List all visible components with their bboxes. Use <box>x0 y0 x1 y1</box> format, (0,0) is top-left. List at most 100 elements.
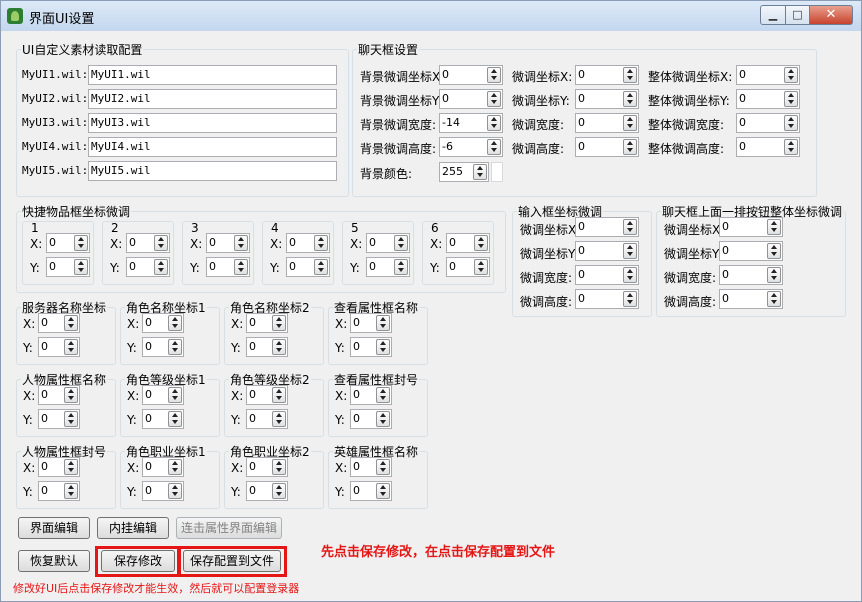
spin-arrows-icon[interactable] <box>272 315 286 331</box>
chat-bg-height-spinner[interactable]: -6 <box>439 137 503 157</box>
spin-arrows-icon[interactable] <box>272 339 286 355</box>
quick-slot-y-spinner[interactable]: 0 <box>206 257 250 277</box>
spin-arrows-icon[interactable] <box>168 459 182 475</box>
chat-whole-width-spinner[interactable]: 0 <box>736 113 800 133</box>
spin-arrows-icon[interactable] <box>376 459 390 475</box>
spin-arrows-icon[interactable] <box>623 115 637 131</box>
coord-x-spinner[interactable]: 0 <box>246 457 288 477</box>
coord-y-spinner[interactable]: 0 <box>246 337 288 357</box>
spin-arrows-icon[interactable] <box>168 339 182 355</box>
quick-slot-y-spinner[interactable]: 0 <box>446 257 490 277</box>
coord-x-spinner[interactable]: 0 <box>142 457 184 477</box>
color-swatch[interactable] <box>491 162 503 182</box>
spin-arrows-icon[interactable] <box>64 483 78 499</box>
spin-arrows-icon[interactable] <box>376 411 390 427</box>
spin-arrows-icon[interactable] <box>767 219 781 235</box>
spin-arrows-icon[interactable] <box>154 235 168 251</box>
spin-arrows-icon[interactable] <box>272 459 286 475</box>
spin-arrows-icon[interactable] <box>487 139 501 155</box>
quick-slot-x-spinner[interactable]: 0 <box>206 233 250 253</box>
coord-y-spinner[interactable]: 0 <box>142 337 184 357</box>
spin-arrows-icon[interactable] <box>767 291 781 307</box>
spin-arrows-icon[interactable] <box>623 291 637 307</box>
spin-arrows-icon[interactable] <box>376 339 390 355</box>
quick-slot-y-spinner[interactable]: 0 <box>46 257 90 277</box>
chat-bg-y-spinner[interactable]: 0 <box>439 89 503 109</box>
spin-arrows-icon[interactable] <box>168 483 182 499</box>
maximize-button[interactable]: □ <box>785 5 810 25</box>
coord-x-spinner[interactable]: 0 <box>246 385 288 405</box>
quick-slot-y-spinner[interactable]: 0 <box>126 257 170 277</box>
spin-arrows-icon[interactable] <box>474 259 488 275</box>
chat-height-spinner[interactable]: 0 <box>575 137 639 157</box>
chat-x-spinner[interactable]: 0 <box>575 65 639 85</box>
chat-whole-x-spinner[interactable]: 0 <box>736 65 800 85</box>
spin-arrows-icon[interactable] <box>623 243 637 259</box>
spin-arrows-icon[interactable] <box>74 235 88 251</box>
coord-x-spinner[interactable]: 0 <box>38 457 80 477</box>
ui-file-input[interactable]: MyUI5.wil <box>88 161 337 181</box>
spin-arrows-icon[interactable] <box>623 139 637 155</box>
hook-edit-button[interactable]: 内挂编辑 <box>97 517 169 539</box>
coord-x-spinner[interactable]: 0 <box>350 313 392 333</box>
spin-arrows-icon[interactable] <box>623 67 637 83</box>
spin-arrows-icon[interactable] <box>272 387 286 403</box>
spin-arrows-icon[interactable] <box>784 115 798 131</box>
quick-slot-y-spinner[interactable]: 0 <box>286 257 330 277</box>
coord-y-spinner[interactable]: 0 <box>350 337 392 357</box>
spin-arrows-icon[interactable] <box>314 235 328 251</box>
quick-slot-x-spinner[interactable]: 0 <box>366 233 410 253</box>
ui-file-input[interactable]: MyUI3.wil <box>88 113 337 133</box>
title-bar[interactable]: 界面UI设置 ▁ □ ✕ <box>1 1 861 31</box>
spin-arrows-icon[interactable] <box>64 339 78 355</box>
spin-arrows-icon[interactable] <box>234 259 248 275</box>
spin-arrows-icon[interactable] <box>168 387 182 403</box>
top-btn-width-spinner[interactable]: 0 <box>719 265 783 285</box>
coord-y-spinner[interactable]: 0 <box>246 409 288 429</box>
save-changes-button[interactable]: 保存修改 <box>101 550 175 572</box>
chat-bg-width-spinner[interactable]: -14 <box>439 113 503 133</box>
spin-arrows-icon[interactable] <box>487 91 501 107</box>
spin-arrows-icon[interactable] <box>64 387 78 403</box>
spin-arrows-icon[interactable] <box>376 483 390 499</box>
restore-default-button[interactable]: 恢复默认 <box>18 550 90 572</box>
spin-arrows-icon[interactable] <box>168 315 182 331</box>
chat-whole-height-spinner[interactable]: 0 <box>736 137 800 157</box>
coord-y-spinner[interactable]: 0 <box>246 481 288 501</box>
input-x-spinner[interactable]: 0 <box>575 217 639 237</box>
top-btn-height-spinner[interactable]: 0 <box>719 289 783 309</box>
minimize-button[interactable]: ▁ <box>760 5 786 25</box>
chat-bg-color-spinner[interactable]: 255 <box>439 162 489 182</box>
coord-x-spinner[interactable]: 0 <box>38 385 80 405</box>
chat-width-spinner[interactable]: 0 <box>575 113 639 133</box>
quick-slot-x-spinner[interactable]: 0 <box>446 233 490 253</box>
spin-arrows-icon[interactable] <box>487 67 501 83</box>
spin-arrows-icon[interactable] <box>394 235 408 251</box>
save-config-to-file-button[interactable]: 保存配置到文件 <box>183 550 281 572</box>
spin-arrows-icon[interactable] <box>376 315 390 331</box>
coord-x-spinner[interactable]: 0 <box>142 313 184 333</box>
coord-y-spinner[interactable]: 0 <box>142 481 184 501</box>
quick-slot-y-spinner[interactable]: 0 <box>366 257 410 277</box>
spin-arrows-icon[interactable] <box>64 315 78 331</box>
spin-arrows-icon[interactable] <box>314 259 328 275</box>
ui-file-input[interactable]: MyUI4.wil <box>88 137 337 157</box>
input-y-spinner[interactable]: 0 <box>575 241 639 261</box>
top-btn-x-spinner[interactable]: 0 <box>719 217 783 237</box>
spin-arrows-icon[interactable] <box>623 91 637 107</box>
top-btn-y-spinner[interactable]: 0 <box>719 241 783 261</box>
chat-whole-y-spinner[interactable]: 0 <box>736 89 800 109</box>
quick-slot-x-spinner[interactable]: 0 <box>126 233 170 253</box>
coord-y-spinner[interactable]: 0 <box>38 481 80 501</box>
spin-arrows-icon[interactable] <box>376 387 390 403</box>
spin-arrows-icon[interactable] <box>784 139 798 155</box>
input-height-spinner[interactable]: 0 <box>575 289 639 309</box>
chat-bg-x-spinner[interactable]: 0 <box>439 65 503 85</box>
coord-y-spinner[interactable]: 0 <box>350 481 392 501</box>
coord-x-spinner[interactable]: 0 <box>38 313 80 333</box>
spin-arrows-icon[interactable] <box>767 243 781 259</box>
quick-slot-x-spinner[interactable]: 0 <box>46 233 90 253</box>
close-button[interactable]: ✕ <box>809 5 853 25</box>
ui-edit-button[interactable]: 界面编辑 <box>18 517 90 539</box>
coord-x-spinner[interactable]: 0 <box>246 313 288 333</box>
